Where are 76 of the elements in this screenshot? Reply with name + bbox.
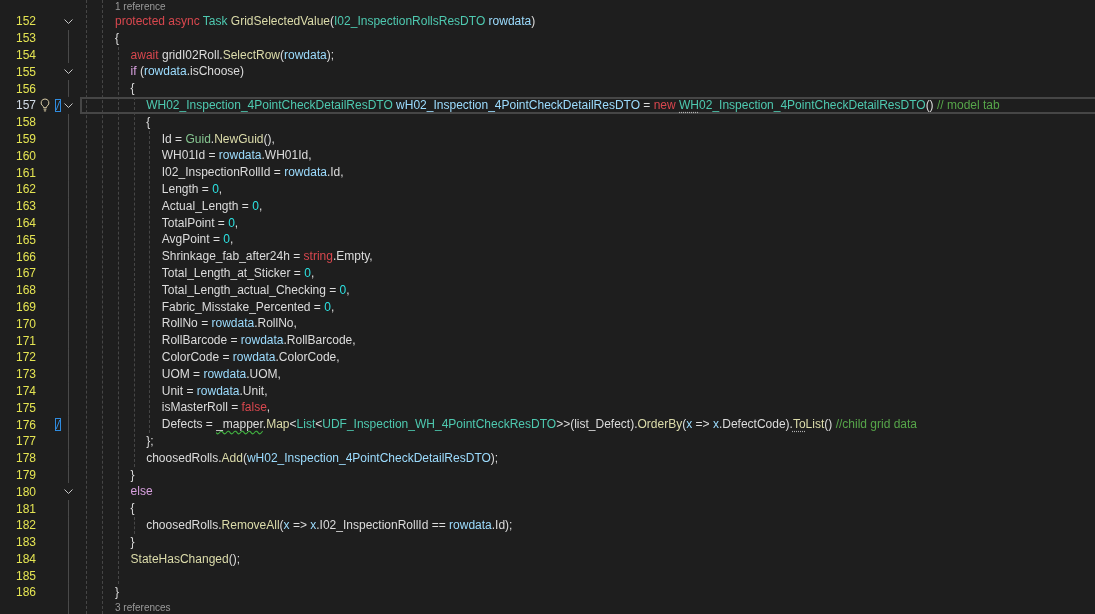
code-line: I02_InspectionRollId = rowdata.Id, bbox=[161, 165, 344, 180]
line-number: 183 bbox=[15, 535, 36, 550]
code-line: } bbox=[130, 467, 135, 482]
line-number: 165 bbox=[15, 232, 36, 247]
code-line: protected async Task GridSelectedValue(I02_InspectionRollsResDTO rowdata) bbox=[115, 14, 536, 28]
line-number: 166 bbox=[15, 249, 36, 264]
line-number: 171 bbox=[15, 333, 36, 348]
line-number: 172 bbox=[15, 350, 36, 365]
line-number: 162 bbox=[15, 182, 36, 197]
chevron-down-icon[interactable] bbox=[63, 489, 73, 495]
code-line: { bbox=[130, 81, 135, 96]
chevron-down-icon[interactable] bbox=[63, 69, 73, 75]
code-line: Fabric_Misstake_Percented = 0, bbox=[161, 299, 335, 314]
code-line: WH02_Inspection_4PointCheckDetailResDTO wH02_Inspection_4PointCheckDetailResDTO = new WH02_Inspection_4PointCheckDetailResDTO() // model tab bbox=[146, 98, 1000, 112]
code-line: { bbox=[115, 30, 119, 45]
code-line: { bbox=[130, 501, 135, 516]
code-line: }; bbox=[146, 433, 154, 448]
code-line: else bbox=[130, 484, 153, 499]
line-number: 182 bbox=[15, 518, 36, 533]
code-line: AvgPoint = 0, bbox=[161, 232, 234, 247]
line-number: 164 bbox=[15, 215, 36, 230]
line-number: 167 bbox=[15, 266, 36, 281]
line-number: 177 bbox=[15, 434, 36, 449]
references-link[interactable]: 1 reference bbox=[115, 1, 166, 12]
code-line: { bbox=[146, 114, 151, 129]
line-number: 156 bbox=[15, 81, 36, 96]
code-line: Id = Guid.NewGuid(), bbox=[161, 131, 275, 146]
line-number: 173 bbox=[15, 367, 36, 382]
line-number: 168 bbox=[15, 283, 36, 298]
code-line: UOM = rowdata.UOM, bbox=[161, 366, 281, 381]
line-number: 159 bbox=[15, 131, 36, 146]
line-number: 180 bbox=[15, 484, 36, 499]
code-line: ColorCode = rowdata.ColorCode, bbox=[161, 349, 340, 364]
line-number: 185 bbox=[15, 568, 36, 583]
line-number: 157 bbox=[15, 98, 36, 113]
line-number: 179 bbox=[15, 467, 36, 482]
code-line: Unit = rowdata.Unit, bbox=[161, 383, 268, 398]
line-number: 174 bbox=[15, 383, 36, 398]
line-number: 153 bbox=[15, 31, 36, 46]
code-line: StateHasChanged(); bbox=[130, 551, 240, 566]
code-line: } bbox=[115, 585, 119, 600]
line-number: 181 bbox=[15, 501, 36, 516]
code-line: Actual_Length = 0, bbox=[161, 198, 263, 213]
line-number: 175 bbox=[15, 400, 36, 415]
line-number: 161 bbox=[15, 165, 36, 180]
line-number: 169 bbox=[15, 299, 36, 314]
code-line: choosedRolls.RemoveAll(x => x.I02_InspectionRollId == rowdata.Id); bbox=[146, 517, 513, 532]
line-number: 176 bbox=[15, 417, 36, 432]
code-line: Total_Length_actual_Checking = 0, bbox=[161, 282, 350, 297]
code-line: if (rowdata.isChoose) bbox=[130, 64, 244, 79]
line-number: 186 bbox=[15, 585, 36, 600]
chevron-down-icon[interactable] bbox=[63, 102, 73, 108]
line-number: 178 bbox=[15, 451, 36, 466]
line-number: 152 bbox=[15, 14, 36, 29]
references-link[interactable]: 3 references bbox=[115, 601, 171, 613]
code-line: Shrinkage_fab_after24h = string.Empty, bbox=[161, 249, 373, 264]
code-line: RollBarcode = rowdata.RollBarcode, bbox=[161, 333, 356, 348]
code-line: Defects = _mapper.Map<List<UDF_Inspection_WH_4PointCheckResDTO>>(list_Defect).OrderBy(x => x.DefectCode).ToList() //child grid data bbox=[161, 417, 917, 432]
code-line: isMasterRoll = false, bbox=[161, 400, 271, 415]
code-line: await gridI02Roll.SelectRow(rowdata); bbox=[130, 47, 335, 62]
code-line: Length = 0, bbox=[161, 181, 223, 196]
code-line: choosedRolls.Add(wH02_Inspection_4PointCheckDetailResDTO); bbox=[146, 450, 499, 465]
code-line: RollNo = rowdata.RollNo, bbox=[161, 316, 297, 331]
code-line: TotalPoint = 0, bbox=[161, 215, 239, 230]
line-number: 184 bbox=[15, 551, 36, 566]
line-number: 155 bbox=[15, 64, 36, 79]
line-number: 158 bbox=[15, 115, 36, 130]
line-number: 163 bbox=[15, 199, 36, 214]
line-number: 170 bbox=[15, 316, 36, 331]
code-line: WH01Id = rowdata.WH01Id, bbox=[161, 148, 312, 163]
code-line: Total_Length_at_Sticker = 0, bbox=[161, 265, 315, 280]
line-number: 160 bbox=[15, 148, 36, 163]
lightbulb-icon[interactable] bbox=[40, 98, 50, 113]
chevron-down-icon[interactable] bbox=[63, 18, 73, 24]
line-number: 154 bbox=[15, 48, 36, 62]
code-line: } bbox=[130, 534, 135, 549]
